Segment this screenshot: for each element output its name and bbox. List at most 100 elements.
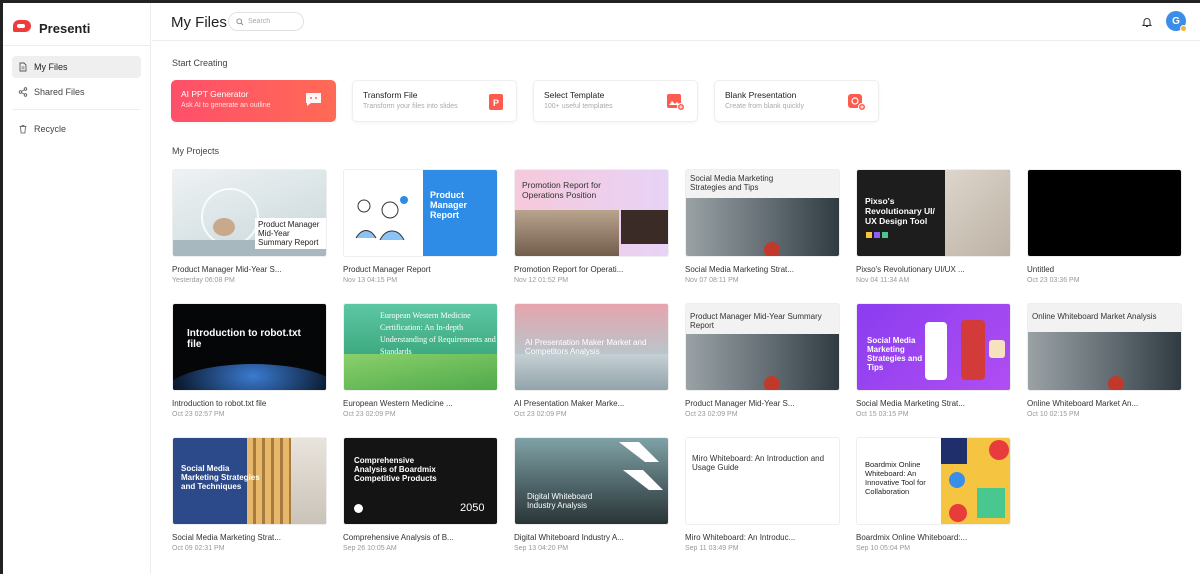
- project-card[interactable]: Product Manager Mid-Year Summary Report …: [172, 169, 327, 284]
- project-card[interactable]: Social Media Marketing Strategies and Ti…: [685, 169, 840, 284]
- project-card[interactable]: Social Media Marketing Strategies and Te…: [172, 437, 327, 552]
- project-name: Digital Whiteboard Industry A...: [514, 533, 624, 542]
- thumbnail-title: Comprehensive Analysis of Boardmix Compe…: [354, 456, 437, 483]
- transform-file-card[interactable]: Transform File Transform your files into…: [352, 80, 517, 122]
- file-icon: [19, 62, 27, 72]
- start-creating-heading: Start Creating: [172, 58, 228, 68]
- project-date: Oct 23 02:09 PM: [343, 411, 396, 418]
- project-thumbnail: Miro Whiteboard: An Introduction and Usa…: [685, 437, 840, 525]
- app-name: Presenti: [39, 20, 91, 36]
- thumbnail-title: Social Media Marketing Strategies and Ti…: [690, 174, 774, 192]
- project-thumbnail: Social Media Marketing Strategies and Ti…: [685, 169, 840, 257]
- project-name: Online Whiteboard Market An...: [1027, 399, 1139, 408]
- project-name: Comprehensive Analysis of B...: [343, 533, 454, 542]
- sidebar-item-my-files[interactable]: My Files: [12, 56, 141, 78]
- project-date: Oct 15 03:15 PM: [856, 411, 909, 418]
- sidebar-item-shared-files[interactable]: Shared Files: [12, 81, 141, 103]
- top-header: My Files G: [152, 3, 1200, 41]
- project-name: Pixso's Revolutionary UI/UX ...: [856, 265, 965, 274]
- project-name: Social Media Marketing Strat...: [856, 399, 965, 408]
- project-card[interactable]: Untitled Oct 23 03:36 PM: [1027, 169, 1182, 284]
- project-thumbnail: European Western Medicine Certification:…: [343, 303, 498, 391]
- chat-icon: [306, 93, 321, 106]
- project-thumbnail: AI Presentation Maker Market and Competi…: [514, 303, 669, 391]
- select-template-card[interactable]: Select Template 100+ useful templates: [533, 80, 698, 122]
- project-card[interactable]: Online Whiteboard Market Analysis Online…: [1027, 303, 1182, 418]
- project-name: European Western Medicine ...: [343, 399, 453, 408]
- thumbnail-title: Promotion Report for Operations Position: [522, 180, 601, 200]
- project-card[interactable]: Pixso's Revolutionary UI/ UX Design Tool…: [856, 169, 1011, 284]
- project-name: Miro Whiteboard: An Introduc...: [685, 533, 796, 542]
- ppt-icon: P: [489, 94, 503, 110]
- svg-text:P: P: [493, 98, 499, 108]
- thumbnail-title: AI Presentation Maker Market and Competi…: [525, 338, 647, 356]
- project-date: Oct 10 02:15 PM: [1027, 411, 1080, 418]
- project-name: Product Manager Mid-Year S...: [172, 265, 282, 274]
- my-projects-heading: My Projects: [172, 146, 220, 156]
- sidebar-item-label: Recycle: [34, 124, 67, 134]
- thumbnail-title: Online Whiteboard Market Analysis: [1032, 312, 1157, 321]
- thumbnail-title: Product Manager Report: [430, 190, 468, 220]
- project-card[interactable]: Introduction to robot.txt file Introduct…: [172, 303, 327, 418]
- blank-slide-icon: [848, 94, 866, 111]
- user-avatar[interactable]: G: [1166, 11, 1187, 32]
- project-date: Nov 07 08:11 PM: [685, 277, 739, 284]
- app-logo[interactable]: Presenti: [3, 3, 150, 41]
- thumbnail-title: Introduction to robot.txt file: [187, 328, 301, 350]
- project-name: Untitled: [1027, 265, 1055, 274]
- blank-presentation-card[interactable]: Blank Presentation Create from blank qui…: [714, 80, 879, 122]
- project-name: Product Manager Report: [343, 265, 431, 274]
- search-input[interactable]: [248, 18, 300, 25]
- project-card[interactable]: 2050 Comprehensive Analysis of Boardmix …: [343, 437, 498, 552]
- search-box[interactable]: [228, 12, 304, 31]
- project-date: Sep 13 04:20 PM: [514, 545, 569, 552]
- project-thumbnail: Social Media Marketing Strategies and Te…: [172, 437, 327, 525]
- project-name: Product Manager Mid-Year S...: [685, 399, 795, 408]
- project-card[interactable]: Product Manager Mid-Year Summary Report …: [685, 303, 840, 418]
- sidebar: Presenti My Files Shared Files Recycle: [3, 3, 151, 574]
- project-thumbnail: [1027, 169, 1182, 257]
- project-thumbnail: Promotion Report for Operations Position: [514, 169, 669, 257]
- page-title: My Files: [171, 14, 227, 31]
- thumbnail-title: Social Media Marketing Strategies and Te…: [181, 464, 260, 491]
- search-icon: [236, 17, 244, 25]
- image-add-icon: [667, 94, 685, 111]
- ai-ppt-generator-card[interactable]: AI PPT Generator Ask AI to generate an o…: [171, 80, 336, 122]
- thumbnail-title: Product Manager Mid-Year Summary Report: [255, 218, 326, 249]
- notification-bell-icon[interactable]: [1141, 16, 1153, 28]
- project-name: Promotion Report for Operati...: [514, 265, 624, 274]
- project-thumbnail: Product Manager Report: [343, 169, 498, 257]
- sidebar-item-label: Shared Files: [34, 87, 85, 97]
- divider: [3, 45, 150, 46]
- project-thumbnail: Product Manager Mid-Year Summary Report: [685, 303, 840, 391]
- thumbnail-title: Product Manager Mid-Year Summary Report: [690, 312, 822, 330]
- project-date: Nov 13 04:15 PM: [343, 277, 398, 284]
- project-thumbnail: Boardmix Online Whiteboard: An Innovativ…: [856, 437, 1011, 525]
- project-date: Oct 23 02:57 PM: [172, 411, 225, 418]
- project-date: Nov 04 11:34 AM: [856, 277, 910, 284]
- thumbnail-title: Boardmix Online Whiteboard: An Innovativ…: [865, 460, 926, 496]
- project-thumbnail: Online Whiteboard Market Analysis: [1027, 303, 1182, 391]
- project-card[interactable]: AI Presentation Maker Market and Competi…: [514, 303, 669, 418]
- project-date: Oct 23 03:36 PM: [1027, 277, 1080, 284]
- divider: [13, 109, 140, 110]
- project-card[interactable]: Social Media Marketing Strategies and Ti…: [856, 303, 1011, 418]
- thumbnail-year: 2050: [460, 502, 485, 514]
- project-card[interactable]: European Western Medicine Certification:…: [343, 303, 498, 418]
- project-name: Social Media Marketing Strat...: [172, 533, 281, 542]
- project-card[interactable]: Boardmix Online Whiteboard: An Innovativ…: [856, 437, 1011, 552]
- project-thumbnail: Product Manager Mid-Year Summary Report: [172, 169, 327, 257]
- project-thumbnail: Pixso's Revolutionary UI/ UX Design Tool: [856, 169, 1011, 257]
- sidebar-item-recycle[interactable]: Recycle: [12, 118, 141, 140]
- project-name: AI Presentation Maker Marke...: [514, 399, 625, 408]
- project-date: Oct 09 02:31 PM: [172, 545, 225, 552]
- thumbnail-title: Digital Whiteboard Industry Analysis: [527, 492, 593, 510]
- project-card[interactable]: Promotion Report for Operations Position…: [514, 169, 669, 284]
- share-icon: [18, 87, 28, 97]
- thumbnail-title: Miro Whiteboard: An Introduction and Usa…: [692, 454, 825, 472]
- project-card[interactable]: Product Manager Report Product Manager R…: [343, 169, 498, 284]
- project-date: Sep 11 03:49 PM: [685, 545, 739, 552]
- project-card[interactable]: Digital Whiteboard Industry Analysis Dig…: [514, 437, 669, 552]
- project-card[interactable]: Miro Whiteboard: An Introduction and Usa…: [685, 437, 840, 552]
- avatar-initial: G: [1172, 15, 1180, 27]
